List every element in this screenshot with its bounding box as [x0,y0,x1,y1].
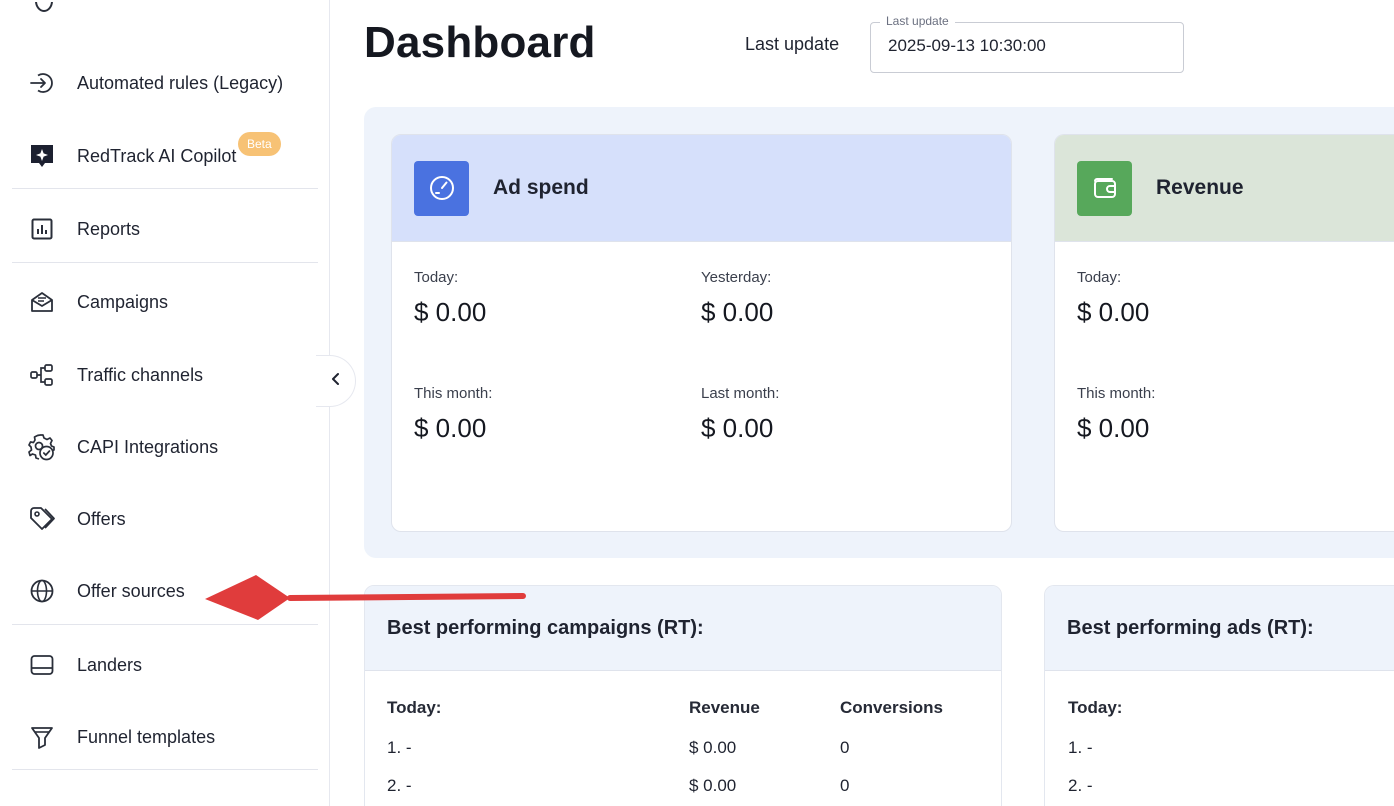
sidebar-item-label: Offer sources [77,580,185,601]
chevron-left-icon [330,372,342,391]
best-ads-panel: Best performing ads (RT): Today: 1. - 2.… [1044,585,1394,806]
ad-spend-title: Ad spend [493,176,589,199]
last-update-legend: Last update [880,14,955,28]
conversions-column-header: Conversions [840,698,943,717]
revenue-card-header: Revenue [1055,135,1394,242]
wallet-icon [1077,160,1132,216]
sidebar-item-label: Reports [77,218,141,239]
revenue-column-header: Revenue [689,698,760,717]
sidebar-item-ai-copilot[interactable]: RedTrack AI Copilot Beta [12,128,318,184]
sidebar-item-offer-sources[interactable]: Offer sources [12,563,318,619]
revenue-today-value: $ 0.00 [1077,297,1150,327]
sidebar-item-label: Automated rules (Legacy) [77,72,284,93]
ad-row-name: 2. - [1068,776,1093,795]
best-campaigns-title: Best performing campaigns (RT): [365,586,1001,671]
globe-icon [26,575,58,607]
campaign-row-name: 1. - [387,738,412,757]
ad-spend-today-label: Today: [414,269,459,286]
sidebar-divider [12,769,318,770]
last-update-field[interactable]: 2025-09-13 10:30:00 [870,22,1184,73]
best-campaigns-panel: Best performing campaigns (RT): Today: R… [364,585,1002,806]
best-ads-period-label: Today: [1068,698,1123,717]
campaign-row-conversions: 0 [840,776,850,795]
best-ads-title: Best performing ads (RT): [1045,586,1394,671]
sidebar-item-label: Offers [77,508,126,529]
arrow-into-circle-icon [26,67,58,99]
sidebar-item-campaigns[interactable]: Campaigns [12,274,318,330]
revenue-card: Revenue Today: $ 0.00 This month: $ 0.00 [1054,134,1394,532]
page-title: Dashboard [364,18,596,67]
ad-spend-today-value: $ 0.00 [414,297,487,327]
collapse-sidebar-button[interactable] [316,355,356,407]
revenue-this-month-label: This month: [1077,385,1156,402]
lander-window-icon [26,649,58,681]
sidebar-item-label: Campaigns [77,291,169,312]
sidebar-item-label: Traffic channels [77,364,204,385]
best-campaigns-period-label: Today: [387,698,442,717]
campaign-row-conversions: 0 [840,738,850,757]
ad-spend-last-month-value: $ 0.00 [701,413,774,443]
sidebar-divider [12,624,318,625]
ad-spend-yesterday-label: Yesterday: [701,269,772,286]
sidebar-item-capi-integrations[interactable]: CAPI Integrations [12,419,318,475]
sidebar-item-label: Funnel templates [77,726,216,747]
ad-spend-last-month-label: Last month: [701,385,780,402]
gear-check-icon [26,431,58,463]
ad-spend-yesterday-value: $ 0.00 [701,297,774,327]
sidebar-item-label: RedTrack AI Copilot [77,145,237,166]
sidebar-item-reports[interactable]: Reports [12,201,318,257]
campaign-row-name: 2. - [387,776,412,795]
ai-sparkle-icon [26,140,58,172]
sidebar-divider [12,262,318,263]
funnel-icon [26,721,58,753]
revenue-this-month-value: $ 0.00 [1077,413,1150,443]
sidebar-item-automated-rules[interactable]: Automated rules (Legacy) [12,55,318,111]
ad-spend-card-header: Ad spend [392,135,1011,242]
ad-spend-this-month-value: $ 0.00 [414,413,487,443]
ad-spend-card: Ad spend Today: $ 0.00 Yesterday: $ 0.00… [391,134,1012,532]
sidebar-item-landers[interactable]: Landers [12,637,318,693]
sidebar-item-funnel-templates[interactable]: Funnel templates [12,709,318,765]
revenue-today-label: Today: [1077,269,1122,286]
ad-spend-this-month-label: This month: [414,385,493,402]
revenue-title: Revenue [1156,176,1244,199]
campaign-row-revenue: $ 0.00 [689,776,737,795]
sidebar: Automated rules (Legacy) RedTrack AI Cop… [0,0,330,806]
sidebar-item-label: CAPI Integrations [77,436,219,457]
cut-off-icon [28,2,54,16]
ad-row-name: 1. - [1068,738,1093,757]
sidebar-divider [12,188,318,189]
last-update-value: 2025-09-13 10:30:00 [888,36,1046,55]
sidebar-item-traffic-channels[interactable]: Traffic channels [12,347,318,403]
sidebar-item-offers[interactable]: Offers [12,491,318,547]
last-update-label: Last update [745,34,840,54]
tag-icon [26,503,58,535]
campaign-envelope-icon [26,286,58,318]
sidebar-item-label: Landers [77,654,143,675]
traffic-channels-icon [26,359,58,391]
bar-chart-icon [26,213,58,245]
speedometer-icon [414,160,469,216]
campaign-row-revenue: $ 0.00 [689,738,737,757]
beta-badge: Beta [238,132,281,156]
